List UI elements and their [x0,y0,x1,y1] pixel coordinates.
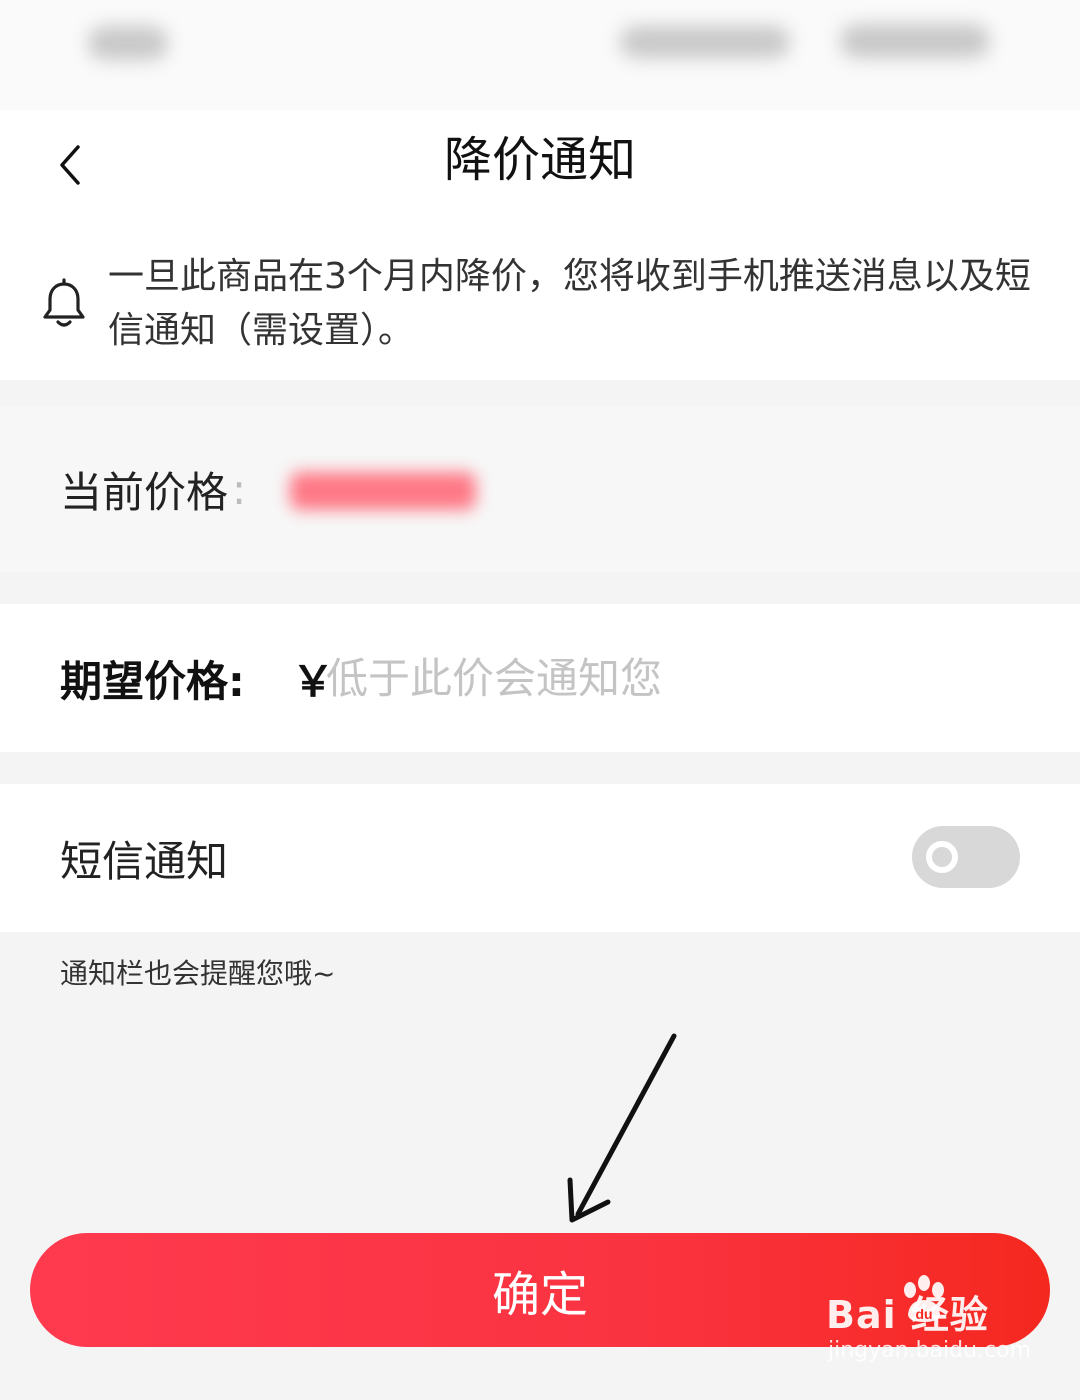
confirm-button-label: 确定 [491,1267,588,1323]
annotation-arrow-icon [567,1033,677,1223]
page-title: 降价通知 [443,132,636,188]
notice-text: 一旦此商品在3个月内降价，您将收到手机推送消息以及短信通知（需设置）。 [108,256,1031,351]
bell-icon [43,278,85,327]
svg-text:du: du [915,1306,932,1322]
back-button[interactable] [40,130,100,200]
current-price-label: 当前价格 [60,467,229,517]
status-bar-indicators-blur [620,26,790,58]
current-price-label-group: 当前价格: [60,406,246,572]
toggle-knob [926,841,958,873]
expected-price-row: 期望价格: ￥ [0,604,1080,752]
status-bar [0,0,1080,110]
status-bar-battery-blur [840,24,990,58]
header: 降价通知 [0,110,1080,220]
watermark-url: jingyan.baidu.com [828,1338,1032,1363]
baidu-jingyan-watermark: Bai 经验 du jingyan.baidu.com [826,1275,1031,1380]
notice-banner: 一旦此商品在3个月内降价，您将收到手机推送消息以及短信通知（需设置）。 [0,220,1080,380]
notification-bar-hint: 通知栏也会提醒您哦~ [60,957,336,990]
status-bar-time-blur [88,26,168,60]
paw-icon: du [904,1275,944,1322]
sms-notification-toggle[interactable] [912,826,1020,888]
expected-price-input[interactable] [326,648,1026,708]
current-price-colon: : [232,464,247,514]
price-drop-notification-page: 降价通知 一旦此商品在3个月内降价，您将收到手机推送消息以及短信通知（需设置）。… [0,0,1080,1400]
sms-notification-label: 短信通知 [60,836,229,886]
chevron-left-icon [60,145,80,185]
expected-price-label: 期望价格: [60,656,245,706]
current-price-row: 当前价格: [0,406,1080,572]
sms-notification-row: 短信通知 [0,784,1080,932]
current-price-value-blurred [290,472,476,510]
